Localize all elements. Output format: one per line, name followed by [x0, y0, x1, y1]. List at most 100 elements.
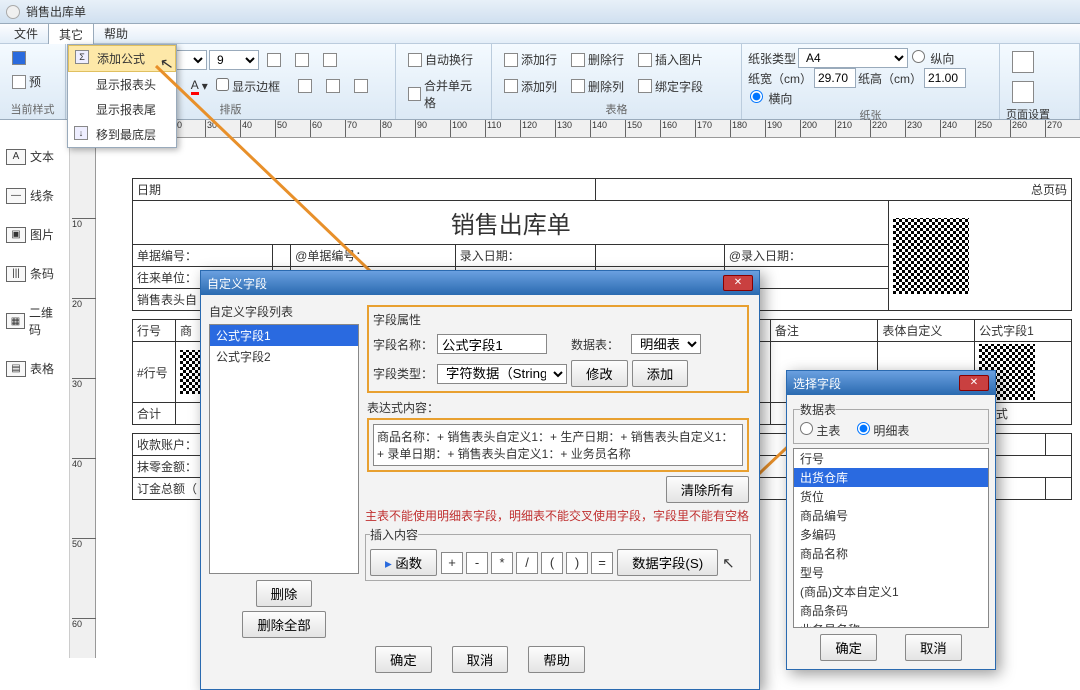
save-button[interactable] [6, 48, 32, 68]
add-row-button[interactable]: 添加行 [498, 48, 563, 71]
row-no[interactable]: #行号 [133, 342, 176, 403]
sf-item[interactable]: 商品条码 [794, 601, 988, 620]
report-prop-button[interactable] [1006, 78, 1040, 106]
table-select[interactable]: 明细表 [631, 334, 701, 354]
col-no[interactable]: 行号 [133, 320, 176, 342]
delete-all-button[interactable]: 删除全部 [242, 611, 325, 638]
func-button[interactable]: ▸ 函数 [370, 549, 437, 576]
sf-item[interactable]: 多编码 [794, 525, 988, 544]
modify-button[interactable]: 修改 [571, 360, 628, 387]
align-mid-button[interactable] [289, 50, 315, 70]
preview-button[interactable]: 预 [6, 70, 47, 93]
insert-image-button[interactable]: 插入图片 [632, 48, 709, 71]
dropdown-show-header[interactable]: 显示报表头 [68, 72, 176, 97]
entry-date-at[interactable]: @录入日期： [724, 245, 889, 267]
field-item-1[interactable]: 公式字段1 [210, 325, 358, 346]
op-(-button[interactable]: ( [541, 552, 563, 574]
type-select[interactable]: 字符数据（String） [437, 364, 567, 384]
font-size-select[interactable]: 9 [209, 50, 259, 70]
expression-input[interactable]: 商品名称：+ 销售表头自定义1：+ 生产日期：+ 销售表头自定义1：+ 录单日期… [373, 424, 743, 466]
add-button[interactable]: 添加 [632, 360, 689, 387]
del-row-button[interactable]: 删除行 [565, 48, 630, 71]
tool-table[interactable]: ▤表格 [4, 354, 65, 383]
del-col-button[interactable]: 删除列 [565, 75, 630, 98]
sf-ok-button[interactable]: 确定 [820, 634, 877, 661]
add-col-button[interactable]: 添加列 [498, 75, 563, 98]
detail-table-radio[interactable]: 明细表 [857, 424, 909, 438]
tool-qrcode[interactable]: ▦二维码 [4, 298, 65, 344]
close-button[interactable]: ✕ [723, 275, 753, 291]
field-list[interactable]: 公式字段1 公式字段2 [209, 324, 359, 574]
wrap-icon [408, 53, 422, 67]
paper-type-select[interactable]: A4 [798, 48, 908, 68]
op-*-button[interactable]: * [491, 552, 513, 574]
sf-item[interactable]: 出货仓库 [794, 468, 988, 487]
portrait-radio[interactable]: 纵向 [910, 50, 954, 67]
field-item-2[interactable]: 公式字段2 [210, 346, 358, 367]
sf-cancel-button[interactable]: 取消 [905, 634, 962, 661]
sf-item[interactable]: (商品)文本自定义1 [794, 582, 988, 601]
delete-field-button[interactable]: 删除 [256, 580, 313, 607]
total-label[interactable]: 合计 [133, 403, 176, 425]
landscape-radio[interactable]: 横向 [748, 90, 792, 107]
date-cell[interactable]: 日期 [133, 179, 596, 201]
dropdown-show-footer[interactable]: 显示报表尾 [68, 97, 176, 122]
op-=-button[interactable]: = [591, 552, 613, 574]
help-button[interactable]: 帮助 [528, 646, 585, 673]
entry-date-label[interactable]: 录入日期： [455, 245, 595, 267]
data-field-button[interactable]: 数据字段(S) [617, 549, 718, 576]
align-left-button[interactable] [261, 50, 287, 70]
sf-item[interactable]: 商品名称 [794, 544, 988, 563]
sf-item[interactable]: 商品编号 [794, 506, 988, 525]
ok-button[interactable]: 确定 [375, 646, 432, 673]
op-+-button[interactable]: + [441, 552, 463, 574]
col-formula[interactable]: 公式字段1 [975, 320, 1072, 342]
sf-list[interactable]: 行号出货仓库货位商品编号多编码商品名称型号(商品)文本自定义1商品条码业务员名称… [793, 448, 989, 628]
sf-item[interactable]: 业务员名称 [794, 620, 988, 628]
col-remark[interactable]: 备注 [770, 320, 878, 342]
formula-icon: Σ [75, 50, 89, 64]
halign-right-button[interactable] [348, 76, 374, 96]
halign-left-icon [298, 79, 312, 93]
align-bottom-button[interactable] [317, 50, 343, 70]
clear-all-button[interactable]: 清除所有 [666, 476, 749, 503]
auto-wrap-button[interactable]: 自动换行 [402, 48, 479, 71]
paper-w-input[interactable] [814, 68, 856, 88]
halign-center-button[interactable] [320, 76, 346, 96]
tool-barcode[interactable]: |||条码 [4, 259, 65, 288]
tool-line[interactable]: —线条 [4, 181, 65, 210]
op-)-button[interactable]: ) [566, 552, 588, 574]
op---button[interactable]: - [466, 552, 488, 574]
table-icon: ▤ [6, 361, 26, 377]
tool-image[interactable]: ▣图片 [4, 220, 65, 249]
cancel-button[interactable]: 取消 [452, 646, 509, 673]
main-table-radio[interactable]: 主表 [800, 424, 840, 438]
tool-text[interactable]: A文本 [4, 142, 65, 171]
show-border-check[interactable]: 显示边框 [216, 78, 280, 95]
sf-item[interactable]: 货位 [794, 487, 988, 506]
font-color-button[interactable]: A▾ [185, 75, 214, 98]
bind-field-button[interactable]: 绑定字段 [632, 75, 709, 98]
bill-no-at[interactable]: @单据编号： [291, 245, 456, 267]
menu-file[interactable]: 文件 [4, 23, 48, 44]
halign-left-button[interactable] [292, 76, 318, 96]
menu-other[interactable]: 其它 [48, 23, 94, 45]
sf-item[interactable]: 型号 [794, 563, 988, 582]
paper-h-input[interactable] [924, 68, 966, 88]
report-title[interactable]: 销售出库单 [133, 201, 889, 245]
del-col-icon [571, 79, 585, 93]
dropdown-move-bottom[interactable]: ↓移到最底层 [68, 122, 176, 147]
page-no-cell[interactable]: 总页码 [595, 179, 1071, 201]
field-name-input[interactable] [437, 334, 547, 354]
sf-close-button[interactable]: ✕ [959, 375, 989, 391]
bill-no-label[interactable]: 单据编号： [133, 245, 273, 267]
op-/-button[interactable]: / [516, 552, 538, 574]
merge-cells-button[interactable]: 合并单元格 [402, 74, 485, 114]
insert-legend: 插入内容 [370, 526, 418, 543]
col-body-custom[interactable]: 表体自定义 [878, 320, 975, 342]
sf-item[interactable]: 行号 [794, 449, 988, 468]
qr-code-1 [893, 218, 969, 294]
barcode-icon: ||| [6, 266, 26, 282]
page-setup-button[interactable] [1006, 48, 1040, 76]
menu-help[interactable]: 帮助 [94, 23, 138, 44]
